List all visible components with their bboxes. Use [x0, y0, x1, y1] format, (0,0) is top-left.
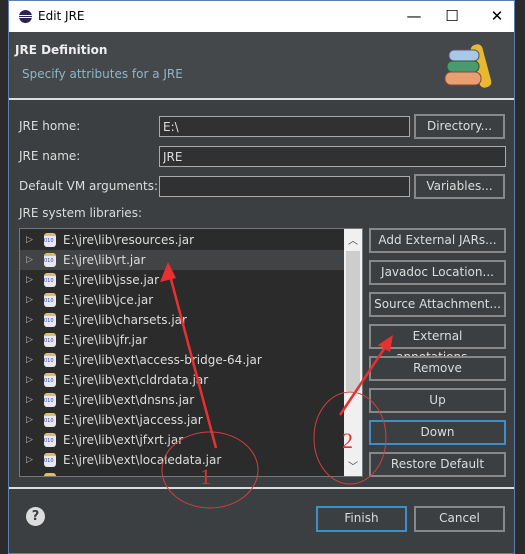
library-row[interactable]: ▷ E:\jre\lib\rt.jar: [20, 250, 344, 270]
jar-icon: [44, 233, 56, 247]
add-external-jars-button[interactable]: Add External JARs...: [369, 228, 506, 253]
library-path: E:\jre\lib\jce.jar: [63, 293, 154, 307]
jar-icon: [44, 413, 56, 427]
library-row[interactable]: ▷ E:\jre\lib\ext\access-bridge-64.jar: [20, 350, 344, 370]
library-row[interactable]: ▷ E:\jre\lib\charsets.jar: [20, 310, 344, 330]
restore-default-button[interactable]: Restore Default: [369, 452, 506, 477]
jar-icon: [44, 473, 56, 476]
close-button[interactable]: ✕: [482, 5, 512, 27]
library-path: E:\jre\lib\ext\jfxrt.jar: [63, 433, 184, 447]
jre-home-label: JRE home:: [19, 119, 81, 133]
library-row[interactable]: ▷ E:\jre\lib\ext\localedata.jar: [20, 450, 344, 470]
jre-home-input[interactable]: [159, 116, 410, 137]
maximize-button[interactable]: ☐: [437, 5, 467, 27]
jar-icon: [44, 453, 56, 467]
jre-name-label: JRE name:: [19, 149, 81, 163]
jar-icon: [44, 273, 56, 287]
directory-button[interactable]: Directory...: [414, 114, 505, 139]
scroll-up-icon[interactable]: ︿: [344, 232, 362, 247]
jar-icon: [44, 253, 56, 267]
remove-button[interactable]: Remove: [369, 356, 506, 381]
library-row[interactable]: ▷ E:\jre\lib\ext\cldrdata.jar: [20, 370, 344, 390]
jar-icon: [44, 433, 56, 447]
library-row[interactable]: ▷ E:\jre\lib\jfr.jar: [20, 330, 344, 350]
library-path: E:\jre\lib\ext\cldrdata.jar: [63, 373, 209, 387]
variables-button[interactable]: Variables...: [414, 174, 505, 199]
library-path: E:\jre\lib\rt.jar: [63, 253, 146, 267]
page-title: JRE Definition: [15, 43, 108, 57]
jar-icon: [44, 313, 56, 327]
edit-jre-dialog: Edit JRE — ☐ ✕ JRE Definition Specify at…: [8, 0, 515, 554]
expand-icon[interactable]: ▷: [26, 370, 33, 390]
eclipse-logo-icon: [19, 10, 32, 23]
jar-icon: [44, 353, 56, 367]
library-path: E:\jre\lib\jfr.jar: [63, 333, 148, 347]
library-path: E:\jre\lib\ext\localedata.jar: [63, 453, 222, 467]
down-button[interactable]: Down: [369, 420, 506, 445]
expand-icon[interactable]: ▷: [26, 330, 33, 350]
page-subtitle: Specify attributes for a JRE: [22, 67, 183, 81]
expand-icon[interactable]: ▷: [26, 470, 33, 476]
library-books-icon: [444, 44, 492, 88]
source-attachment-button[interactable]: Source Attachment...: [369, 292, 506, 317]
library-path: E:\jre\lib\ext\access-bridge-64.jar: [63, 353, 262, 367]
expand-icon[interactable]: ▷: [26, 450, 33, 470]
external-annotations-button[interactable]: External annotations...: [369, 324, 506, 364]
libraries-tree[interactable]: ▷▷E:\jre\lib\ext\localedata.jar▷E:\jre\l…: [19, 228, 363, 477]
library-path: E:\jre\lib\ext\dnsns.jar: [63, 393, 195, 407]
library-row[interactable]: ▷ E:\jre\lib\ext\dnsns.jar: [20, 390, 344, 410]
scroll-down-icon[interactable]: ﹀: [344, 458, 362, 473]
window-title: Edit JRE: [38, 9, 85, 23]
library-row[interactable]: ▷ E:\jre\lib\ext\jaccess.jar: [20, 410, 344, 430]
jar-icon: [44, 373, 56, 387]
expand-icon[interactable]: ▷: [26, 410, 33, 430]
help-icon[interactable]: ?: [26, 507, 45, 526]
library-row[interactable]: ▷: [20, 470, 344, 476]
library-row[interactable]: ▷ E:\jre\lib\jce.jar: [20, 290, 344, 310]
library-path: E:\jre\lib\resources.jar: [63, 233, 195, 247]
cancel-button[interactable]: Cancel: [414, 506, 505, 532]
scrollbar-thumb[interactable]: [346, 251, 360, 391]
library-path: E:\jre\lib\ext\jaccess.jar: [63, 413, 203, 427]
title-bar: Edit JRE — ☐ ✕: [9, 1, 514, 32]
jar-icon: [44, 333, 56, 347]
expand-icon[interactable]: ▷: [26, 390, 33, 410]
library-path: E:\jre\lib\jsse.jar: [63, 273, 160, 287]
jar-icon: [44, 293, 56, 307]
minimize-button[interactable]: —: [399, 5, 429, 27]
vm-args-label: Default VM arguments:: [19, 179, 159, 193]
expand-icon[interactable]: ▷: [26, 250, 33, 270]
expand-icon[interactable]: ▷: [26, 350, 33, 370]
expand-icon[interactable]: ▷: [26, 230, 33, 250]
expand-icon[interactable]: ▷: [26, 430, 33, 450]
separator: [9, 487, 514, 489]
javadoc-location-button[interactable]: Javadoc Location...: [369, 260, 506, 285]
expand-icon[interactable]: ▷: [26, 310, 33, 330]
header-banner: JRE Definition Specify attributes for a …: [9, 32, 514, 100]
up-button[interactable]: Up: [369, 388, 506, 413]
library-row[interactable]: ▷ E:\jre\lib\resources.jar: [20, 230, 344, 250]
library-path: E:\jre\lib\charsets.jar: [63, 313, 187, 327]
scrollbar[interactable]: ︿ ﹀: [344, 229, 362, 476]
expand-icon[interactable]: ▷: [26, 270, 33, 290]
jre-name-input[interactable]: [159, 146, 506, 167]
libraries-label: JRE system libraries:: [19, 206, 142, 220]
library-row[interactable]: ▷ E:\jre\lib\jsse.jar: [20, 270, 344, 290]
vm-args-input[interactable]: [159, 176, 410, 197]
library-row[interactable]: ▷ E:\jre\lib\ext\jfxrt.jar: [20, 430, 344, 450]
expand-icon[interactable]: ▷: [26, 290, 33, 310]
finish-button[interactable]: Finish: [316, 506, 407, 532]
jar-icon: [44, 393, 56, 407]
